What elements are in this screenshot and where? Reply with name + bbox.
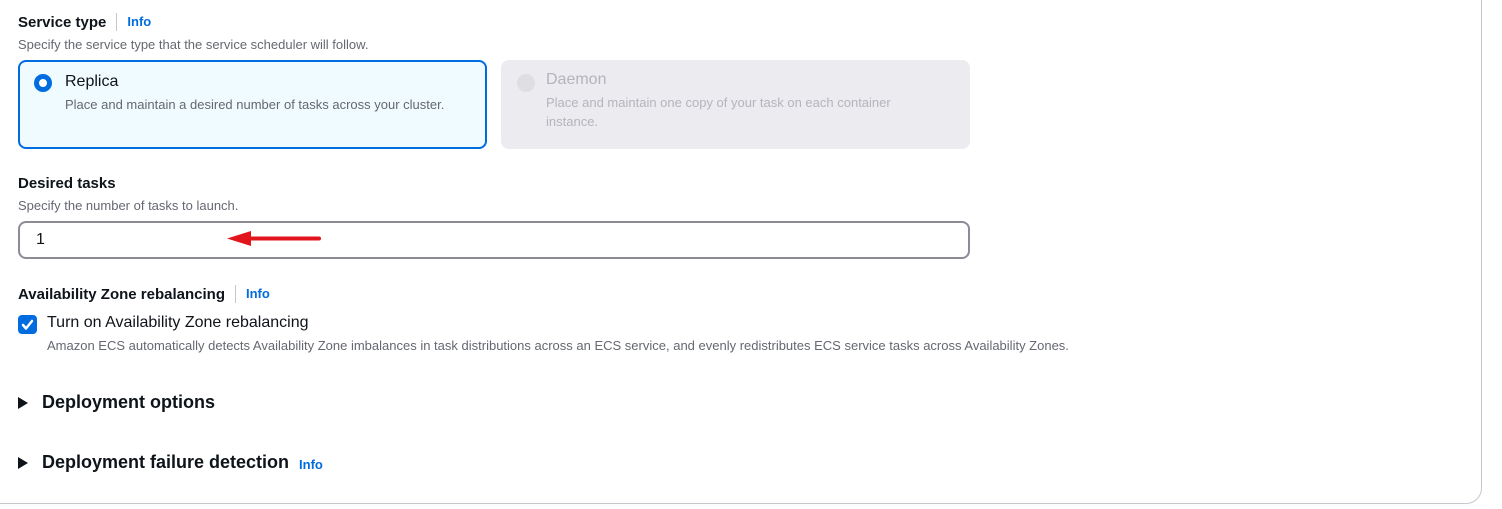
replica-description: Place and maintain a desired number of t…	[65, 97, 445, 112]
replica-option[interactable]: Replica Place and maintain a desired num…	[18, 60, 487, 149]
az-rebalancing-checkbox[interactable]	[18, 315, 37, 334]
service-type-header: Service type Info	[18, 13, 151, 31]
caret-right-icon	[18, 396, 28, 409]
daemon-description: Place and maintain one copy of your task…	[546, 95, 891, 129]
az-rebalancing-header: Availability Zone rebalancing Info	[18, 285, 270, 303]
deployment-options-label: Deployment options	[42, 392, 216, 412]
daemon-title: Daemon	[546, 71, 607, 88]
daemon-option: Daemon Place and maintain one copy of yo…	[501, 60, 970, 149]
caret-right-icon	[18, 456, 28, 469]
radio-disabled-icon	[517, 74, 535, 92]
az-rebalancing-label: Availability Zone rebalancing	[18, 285, 225, 303]
deployment-options-expander[interactable]: Deployment options	[18, 392, 215, 413]
desired-tasks-description: Specify the number of tasks to launch.	[18, 198, 239, 213]
desired-tasks-label: Desired tasks	[18, 175, 116, 192]
checkmark-icon	[21, 319, 34, 330]
az-rebalancing-checkbox-description: Amazon ECS automatically detects Availab…	[47, 338, 1069, 353]
deployment-failure-detection-info-link[interactable]: Info	[299, 457, 323, 472]
deployment-failure-detection-label: Deployment failure detection	[42, 452, 290, 472]
service-type-label: Service type	[18, 13, 107, 31]
annotation-arrow-icon	[227, 231, 321, 246]
radio-selected-icon[interactable]	[34, 74, 52, 92]
replica-title: Replica	[65, 73, 119, 90]
service-type-description: Specify the service type that the servic…	[18, 37, 369, 52]
az-rebalancing-checkbox-label[interactable]: Turn on Availability Zone rebalancing	[47, 314, 309, 332]
desired-tasks-input[interactable]: 1	[18, 221, 970, 259]
service-type-info-link[interactable]: Info	[116, 13, 151, 31]
deployment-failure-detection-expander[interactable]: Deployment failure detection Info	[18, 452, 323, 473]
az-rebalancing-info-link[interactable]: Info	[235, 285, 270, 303]
